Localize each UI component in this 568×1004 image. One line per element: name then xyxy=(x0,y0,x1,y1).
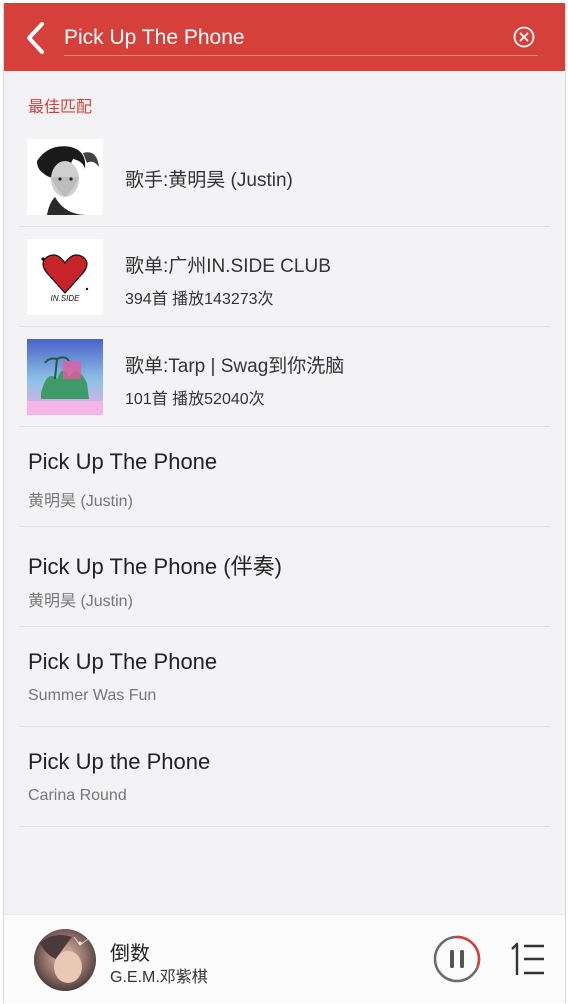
now-playing-artwork[interactable] xyxy=(34,929,96,991)
song-row[interactable]: Pick Up The Phone Summer Was Fun xyxy=(19,627,550,727)
best-match-artist-row[interactable]: 歌手:黄明昊 (Justin) xyxy=(19,127,550,227)
best-match-playlist-row[interactable]: 歌单:Tarp | Swag到你洗脑 101首 播放52040次 xyxy=(19,327,550,427)
song-title: Pick Up the Phone xyxy=(28,749,211,774)
pause-button[interactable] xyxy=(432,934,482,984)
best-match-subtitle: 394首 播放143273次 xyxy=(125,291,274,308)
close-circle-icon xyxy=(513,26,535,48)
app-frame: 最佳匹配 歌手:黄明昊 (Justin) xyxy=(3,3,566,1003)
best-match-title: 歌手:黄明昊 (Justin) xyxy=(125,170,293,191)
song-row[interactable]: Pick Up the Phone Carina Round xyxy=(19,727,550,827)
playlist-cover-text: IN.SIDE xyxy=(51,294,81,303)
artist-thumbnail xyxy=(27,139,103,215)
section-title-best-match: 最佳匹配 xyxy=(28,99,93,116)
back-button[interactable] xyxy=(22,20,52,56)
best-match-playlist-row[interactable]: IN.SIDE 歌单:广州IN.SIDE CLUB 394首 播放143273次 xyxy=(19,227,550,327)
search-input[interactable] xyxy=(64,23,504,53)
result-list: 歌手:黄明昊 (Justin) IN.SIDE 歌单:广州IN.SIDE CLU… xyxy=(4,127,565,827)
song-artist: Summer Was Fun xyxy=(28,687,157,704)
song-artist: Carina Round xyxy=(28,787,127,804)
best-match-title: 歌单:Tarp | Swag到你洗脑 xyxy=(125,356,345,377)
chevron-left-icon xyxy=(27,22,44,54)
now-playing-artist: G.E.M.邓紫棋 xyxy=(110,969,208,986)
best-match-title: 歌单:广州IN.SIDE CLUB xyxy=(125,256,331,277)
search-header xyxy=(4,3,565,71)
song-row[interactable]: Pick Up The Phone (伴奏) 黄明昊 (Justin) xyxy=(19,527,550,627)
best-match-subtitle: 101首 播放52040次 xyxy=(125,391,265,408)
playlist-thumbnail xyxy=(27,339,103,415)
search-underline xyxy=(64,55,538,56)
song-title: Pick Up The Phone xyxy=(28,449,218,474)
clear-search-button[interactable] xyxy=(513,26,535,48)
song-artist: 黄明昊 (Justin) xyxy=(28,593,133,610)
song-title: Pick Up The Phone xyxy=(28,649,218,674)
song-title: Pick Up The Phone (伴奏) xyxy=(28,554,282,579)
song-row[interactable]: Pick Up The Phone 黄明昊 (Justin) xyxy=(19,427,550,527)
mini-player[interactable]: 倒数 G.E.M.邓紫棋 xyxy=(4,914,565,1003)
song-artist: 黄明昊 (Justin) xyxy=(28,493,133,510)
playlist-button[interactable] xyxy=(508,939,548,979)
pause-icon xyxy=(433,935,481,983)
now-playing-title: 倒数 xyxy=(110,943,150,965)
playlist-thumbnail: IN.SIDE xyxy=(27,239,103,315)
playlist-icon xyxy=(511,942,544,975)
